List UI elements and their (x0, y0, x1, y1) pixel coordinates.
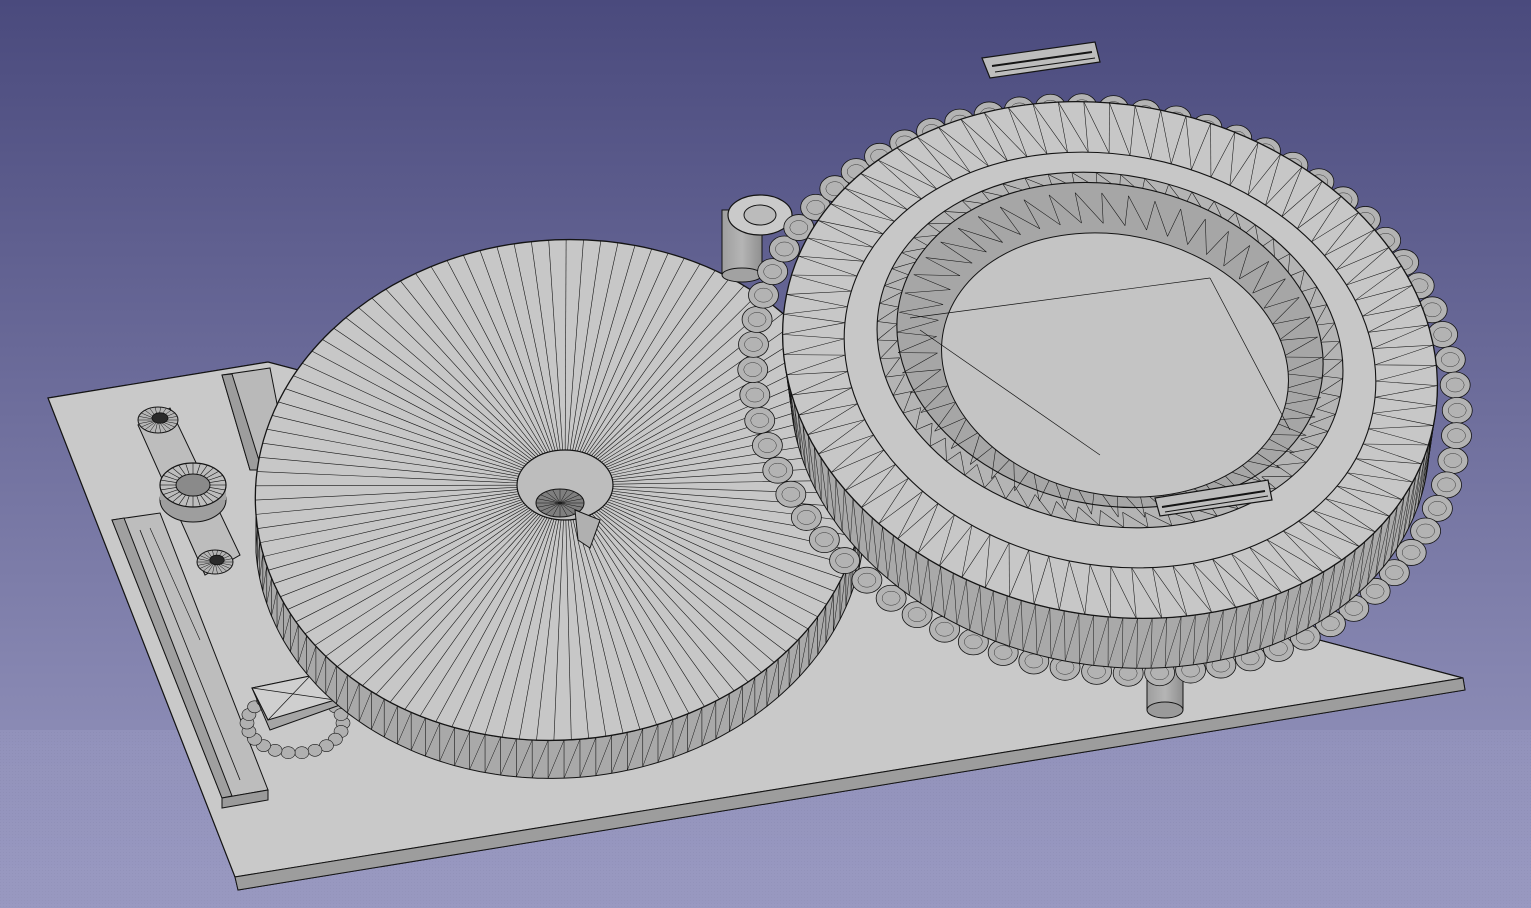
3d-viewport[interactable] (0, 0, 1531, 908)
small-gear[interactable] (159, 462, 227, 523)
3d-scene[interactable] (0, 0, 1531, 908)
